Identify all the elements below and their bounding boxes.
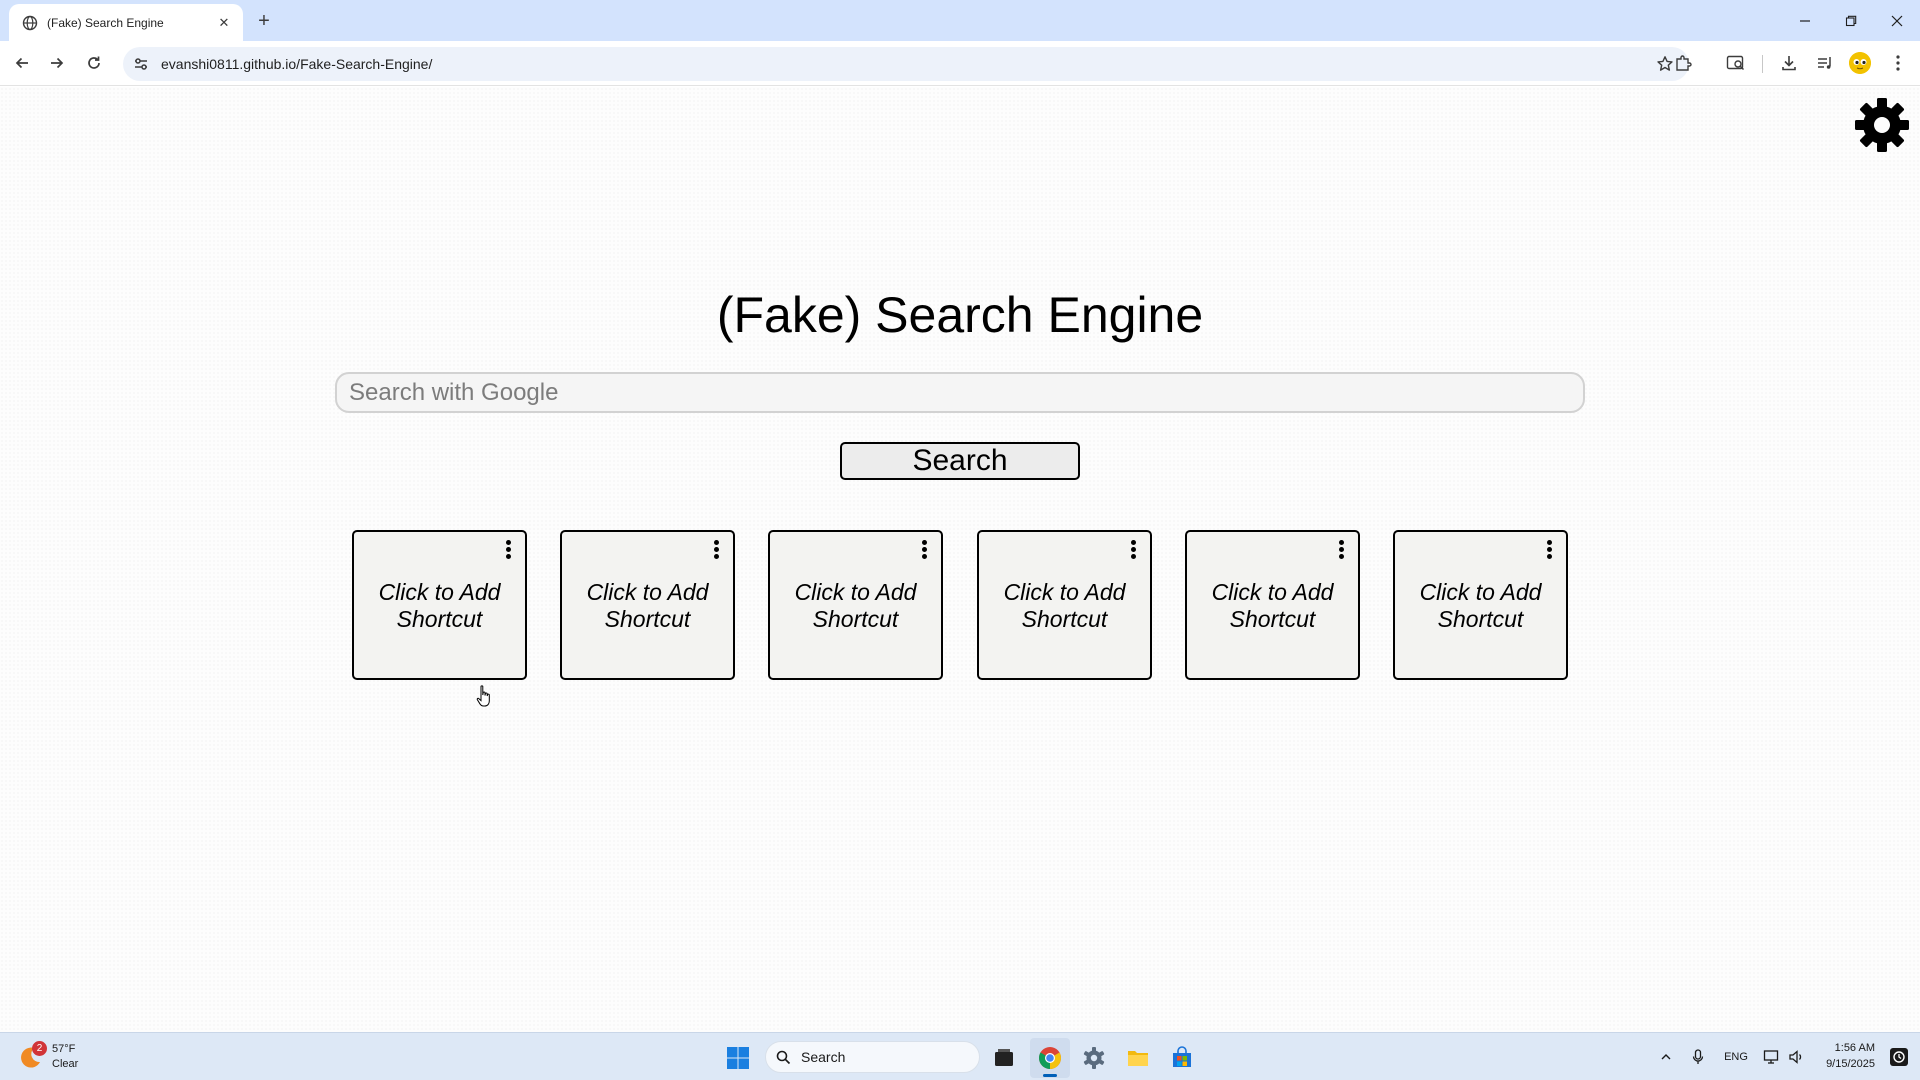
globe-icon	[22, 15, 38, 31]
shortcut-options-icon[interactable]	[1334, 539, 1348, 561]
page-title: (Fake) Search Engine	[716, 287, 1204, 343]
media-controls-button[interactable]	[1811, 49, 1839, 77]
taskbar-file-explorer[interactable]	[1118, 1038, 1158, 1078]
weather-moon-icon: 2	[16, 1041, 47, 1071]
reload-icon	[88, 56, 100, 69]
weather-widget[interactable]: 2 57°F Clear	[16, 1039, 78, 1075]
windows-logo-icon	[727, 1047, 749, 1069]
settings-gear-icon[interactable]	[1854, 97, 1910, 153]
network-monitor-icon	[1763, 1050, 1779, 1064]
hand-cursor-icon	[476, 685, 490, 707]
folder-icon	[1128, 1051, 1148, 1066]
browser-tab-strip: (Fake) Search Engine ✕ +	[0, 0, 1920, 41]
task-view-button[interactable]	[984, 1038, 1024, 1078]
browser-toolbar: evanshi0811.github.io/Fake-Search-Engine…	[0, 41, 1920, 86]
browser-tab[interactable]: (Fake) Search Engine ✕	[9, 4, 243, 41]
reload-button[interactable]	[80, 49, 108, 77]
tab-title: (Fake) Search Engine	[47, 15, 164, 30]
tab-search-icon	[1726, 55, 1745, 71]
url-text[interactable]: evanshi0811.github.io/Fake-Search-Engine…	[161, 56, 1651, 72]
shortcut-label: Click to Add Shortcut	[1211, 579, 1334, 632]
shortcut-label: Click to Add Shortcut	[586, 579, 709, 632]
restore-icon	[1845, 15, 1857, 26]
profile-avatar[interactable]	[1849, 52, 1871, 74]
settings-gear-icon	[1083, 1047, 1105, 1069]
add-shortcut-tile[interactable]: Click to Add Shortcut	[1393, 530, 1568, 680]
taskbar-chrome[interactable]	[1030, 1038, 1070, 1078]
taskbar-settings[interactable]	[1074, 1038, 1114, 1078]
taskbar-search-label: Search	[801, 1049, 846, 1065]
avatar-face-icon	[1849, 52, 1871, 74]
microphone-button[interactable]	[1686, 1043, 1710, 1071]
shortcut-options-icon[interactable]	[1542, 539, 1556, 561]
close-icon	[1891, 15, 1903, 26]
task-view-icon	[995, 1049, 1013, 1066]
extensions-button[interactable]	[1669, 49, 1697, 77]
site-info-icon[interactable]	[129, 52, 153, 76]
arrow-right-icon	[51, 57, 64, 69]
shortcut-options-icon[interactable]	[709, 539, 723, 561]
shortcut-label: Click to Add Shortcut	[794, 579, 917, 632]
page-content: (Fake) Search Engine Search Click to Add…	[0, 87, 1920, 1032]
shortcut-options-icon[interactable]	[501, 539, 515, 561]
search-icon	[776, 1050, 791, 1064]
shortcuts-grid: Click to Add Shortcut Click to Add Shortcu…	[352, 530, 1568, 680]
add-shortcut-tile[interactable]: Click to Add Shortcut	[977, 530, 1152, 680]
chrome-icon	[1039, 1047, 1061, 1069]
active-indicator	[1043, 1074, 1057, 1077]
add-shortcut-tile[interactable]: Click to Add Shortcut	[1185, 530, 1360, 680]
weather-text: 57°F Clear	[52, 1043, 79, 1070]
back-button[interactable]	[8, 49, 36, 77]
weather-badge: 2	[32, 1041, 47, 1056]
shortcut-label: Click to Add Shortcut	[1003, 579, 1126, 632]
search-input[interactable]	[335, 372, 1585, 413]
add-shortcut-tile[interactable]: Click to Add Shortcut	[352, 530, 527, 680]
address-bar[interactable]: evanshi0811.github.io/Fake-Search-Engine…	[123, 47, 1689, 81]
shortcut-label: Click to Add Shortcut	[1419, 579, 1542, 632]
puzzle-icon	[1676, 55, 1692, 71]
search-button[interactable]: Search	[840, 442, 1080, 480]
speaker-icon	[1789, 1050, 1802, 1064]
forward-button[interactable]	[43, 49, 71, 77]
language-indicator[interactable]: ENG	[1720, 1043, 1752, 1071]
windows-taskbar: 2 57°F Clear Search ENG 1:56 AM 9/15/202…	[0, 1032, 1920, 1080]
shortcut-label: Click to Add Shortcut	[378, 579, 501, 632]
playlist-music-icon	[1818, 57, 1831, 69]
show-hidden-icons-button[interactable]	[1656, 1043, 1676, 1071]
download-icon	[1782, 56, 1796, 71]
new-tab-button[interactable]: +	[252, 9, 276, 33]
volume-button[interactable]	[1784, 1043, 1808, 1071]
tab-close-icon[interactable]: ✕	[215, 14, 233, 32]
add-shortcut-tile[interactable]: Click to Add Shortcut	[768, 530, 943, 680]
add-shortcut-tile[interactable]: Click to Add Shortcut	[560, 530, 735, 680]
restore-button[interactable]	[1828, 0, 1874, 41]
network-button[interactable]	[1760, 1043, 1784, 1071]
notification-button[interactable]	[1885, 1043, 1913, 1071]
minimize-button[interactable]	[1782, 0, 1828, 41]
toolbar-divider	[1762, 55, 1763, 73]
notification-icon	[1890, 1048, 1908, 1066]
arrow-left-icon	[15, 57, 28, 69]
taskbar-search[interactable]: Search	[765, 1041, 980, 1073]
kebab-menu-icon	[1896, 55, 1900, 71]
start-button[interactable]	[718, 1038, 758, 1078]
shortcut-options-icon[interactable]	[1126, 539, 1140, 561]
minimize-icon	[1800, 19, 1810, 22]
store-icon	[1173, 1046, 1191, 1067]
tab-search-button[interactable]	[1722, 49, 1750, 77]
browser-menu-button[interactable]	[1884, 49, 1912, 77]
taskbar-clock[interactable]: 1:56 AM 9/15/2025	[1815, 1040, 1875, 1072]
chevron-up-icon	[1661, 1054, 1671, 1060]
shortcut-options-icon[interactable]	[917, 539, 931, 561]
close-window-button[interactable]	[1874, 0, 1920, 41]
taskbar-store[interactable]	[1162, 1038, 1202, 1078]
microphone-icon	[1692, 1049, 1704, 1064]
downloads-button[interactable]	[1775, 49, 1803, 77]
